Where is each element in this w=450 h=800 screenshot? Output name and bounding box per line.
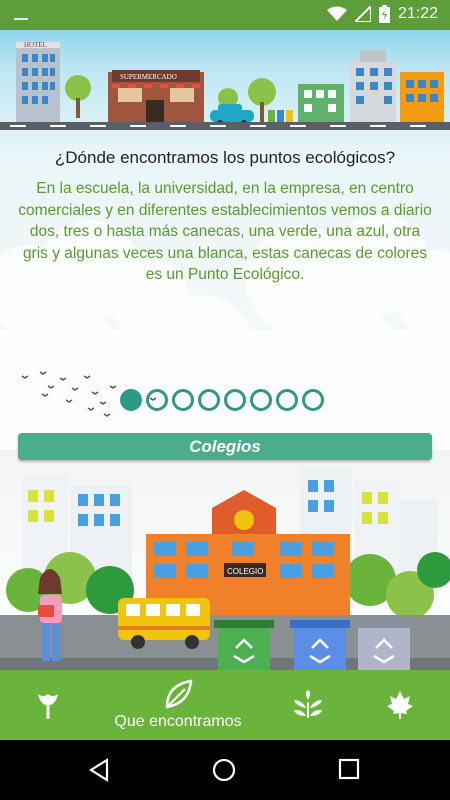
bottom-navigation: Que encontramos: [0, 670, 450, 740]
school-sign: COLEGIO: [227, 567, 263, 576]
signal-icon: [354, 6, 371, 22]
sprout-icon: [294, 690, 322, 718]
home-icon[interactable]: [212, 758, 236, 782]
school-scene-illustration: COLEGIO: [0, 470, 450, 670]
nav-item-sprout[interactable]: [280, 670, 336, 740]
wifi-icon: [326, 6, 347, 21]
battery-icon: [378, 5, 390, 23]
back-icon[interactable]: [88, 758, 110, 782]
tulip-icon: [38, 694, 58, 719]
nav-item-maple[interactable]: [372, 670, 428, 740]
notification-icon: [14, 10, 28, 20]
recents-icon[interactable]: [338, 758, 360, 780]
leaf-icon: [165, 679, 193, 709]
nav-item-tulip[interactable]: [20, 670, 76, 740]
content-area: HOTEL SUPERMERCADO ¿Dónde encontramos lo…: [0, 30, 450, 670]
nav-item-que-encontramos[interactable]: Que encontramos: [98, 670, 258, 740]
status-icons: 21:22: [326, 5, 438, 23]
system-navigation-bar: [0, 740, 450, 800]
status-bar: 21:22: [0, 0, 450, 30]
maple-leaf-icon: [387, 691, 413, 719]
nav-label-que-encontramos: Que encontramos: [114, 713, 242, 730]
status-time: 21:22: [397, 5, 438, 22]
